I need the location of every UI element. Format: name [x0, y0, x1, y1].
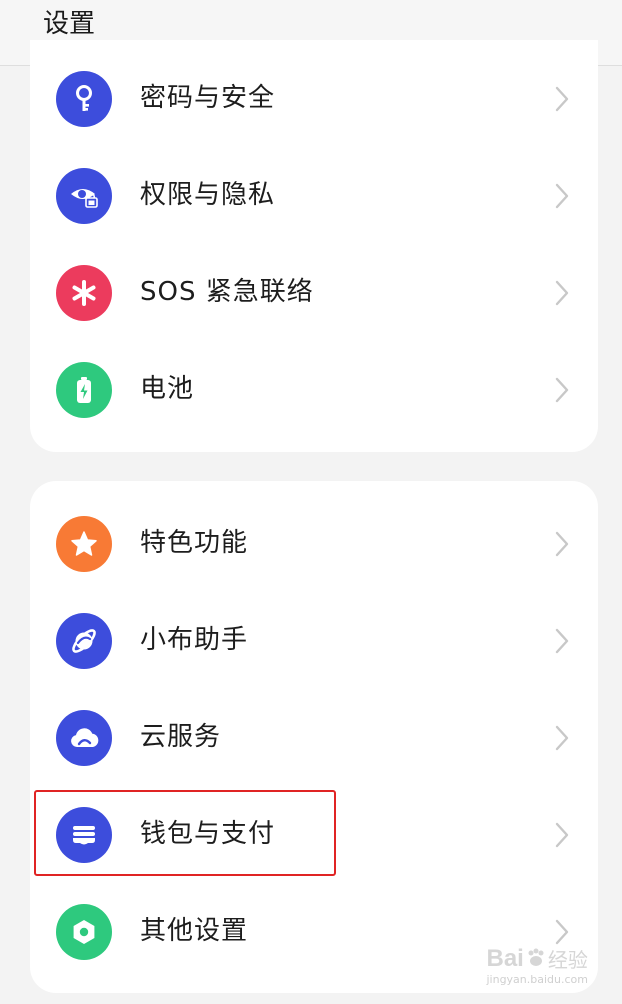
star-icon [56, 516, 112, 572]
settings-group-services: 特色功能 小布助手 云服务 钱包与支付 其他设置 [30, 481, 598, 993]
settings-item-label: 电池 [140, 374, 195, 404]
settings-item-label: 小布助手 [140, 625, 249, 655]
settings-item-password-security[interactable]: 密码与安全 [30, 50, 598, 147]
settings-item-label: 密码与安全 [140, 83, 276, 113]
settings-item-featured[interactable]: 特色功能 [30, 495, 598, 592]
settings-item-permissions-privacy[interactable]: 权限与隐私 [30, 147, 598, 244]
cloud-icon [56, 710, 112, 766]
watermark-url: jingyan.baidu.com [486, 973, 588, 986]
key-icon [56, 71, 112, 127]
settings-item-cloud-service[interactable]: 云服务 [30, 689, 598, 786]
wallet-icon [56, 807, 112, 863]
chevron-right-icon [555, 628, 569, 654]
settings-item-label: 权限与隐私 [140, 180, 276, 210]
chevron-right-icon [555, 725, 569, 751]
settings-group-security: 密码与安全 权限与隐私 SOS 紧急联络 电池 [30, 40, 598, 452]
watermark-brand: Bai [486, 945, 524, 972]
chevron-right-icon [555, 531, 569, 557]
settings-item-label: 其他设置 [140, 916, 249, 946]
eye-lock-icon [56, 168, 112, 224]
settings-item-sos-emergency[interactable]: SOS 紧急联络 [30, 244, 598, 341]
settings-item-label: 钱包与支付 [140, 819, 276, 849]
settings-item-label: 特色功能 [140, 528, 249, 558]
chevron-right-icon [555, 86, 569, 112]
chevron-right-icon [555, 183, 569, 209]
gear-icon [56, 904, 112, 960]
settings-item-label: SOS 紧急联络 [140, 277, 314, 307]
chevron-right-icon [555, 377, 569, 403]
page-title: 设置 [43, 9, 96, 39]
settings-item-label: 云服务 [140, 722, 222, 752]
baidu-watermark: Bai 经验 jingyan.baidu.com [486, 945, 588, 987]
chevron-right-icon [555, 822, 569, 848]
watermark-brand-suffix: 经验 [547, 948, 588, 972]
settings-item-wallet-payment[interactable]: 钱包与支付 [30, 786, 598, 883]
settings-item-battery[interactable]: 电池 [30, 341, 598, 438]
chevron-right-icon [555, 280, 569, 306]
assistant-orbit-icon [56, 613, 112, 669]
chevron-right-icon [555, 919, 569, 945]
settings-item-xiaobu-assistant[interactable]: 小布助手 [30, 592, 598, 689]
paw-icon [528, 948, 544, 966]
battery-icon [56, 362, 112, 418]
asterisk-icon [56, 265, 112, 321]
